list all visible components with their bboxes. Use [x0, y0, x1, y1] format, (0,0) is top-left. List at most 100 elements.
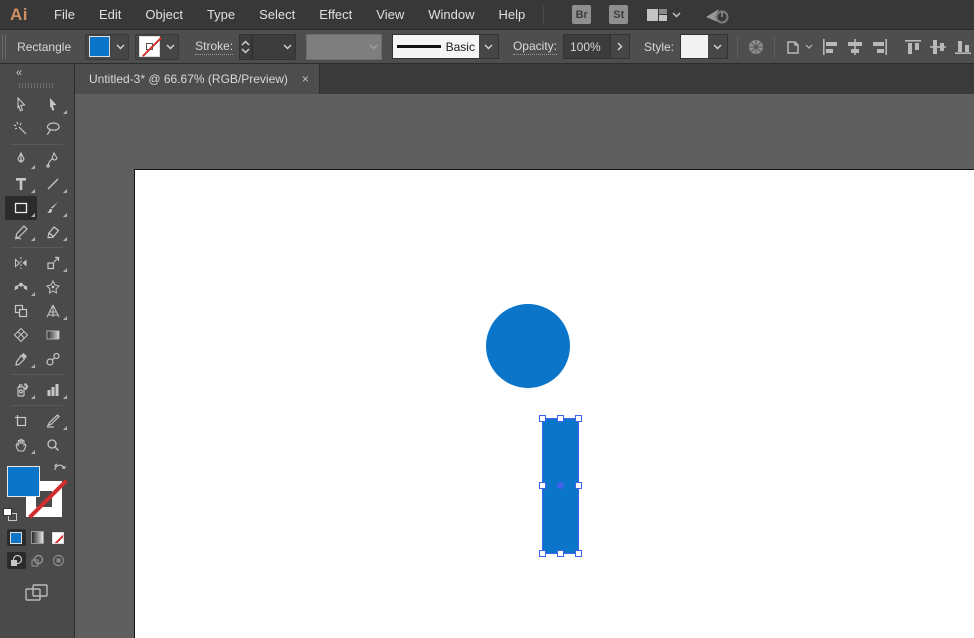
collapse-panel-button[interactable]: «	[16, 67, 23, 79]
draw-behind-button[interactable]	[28, 552, 47, 569]
rectangle-tool[interactable]	[5, 196, 37, 220]
stroke-panel-link[interactable]: Stroke:	[195, 39, 234, 55]
brush-definition-dropdown	[306, 33, 382, 60]
reflect-tool[interactable]	[5, 251, 37, 275]
menu-view[interactable]: View	[364, 0, 416, 29]
artboard[interactable]	[134, 169, 974, 638]
selection-handle[interactable]	[556, 550, 564, 557]
stock-icon[interactable]: St	[609, 5, 629, 24]
stroke-color-dropdown[interactable]	[135, 33, 180, 60]
fill-swatch	[89, 36, 111, 57]
align-right-icon[interactable]	[869, 36, 891, 58]
selection-handle[interactable]	[539, 550, 546, 557]
stroke-style-value: Basic	[445, 39, 475, 54]
color-button[interactable]	[6, 529, 26, 546]
magic-wand-tool[interactable]	[5, 117, 37, 141]
direct-selection-tool[interactable]	[37, 93, 69, 117]
puppet-warp-tool[interactable]	[37, 275, 69, 299]
change-screen-mode-icon[interactable]	[0, 583, 74, 603]
opacity-panel-link[interactable]: Opacity:	[512, 39, 557, 55]
stroke-style-preview	[396, 45, 441, 48]
curvature-tool[interactable]	[37, 148, 69, 172]
share-icon[interactable]	[703, 5, 731, 25]
perspective-grid-tool[interactable]	[37, 299, 69, 323]
document-tab-bar: Untitled-3* @ 66.67% (RGB/Preview) ×	[75, 64, 974, 94]
chevron-down-icon	[163, 43, 178, 50]
eraser-tool[interactable]	[37, 220, 69, 244]
document-title: Untitled-3* @ 66.67% (RGB/Preview)	[89, 72, 288, 86]
chevron-down-icon	[672, 11, 681, 18]
menu-window[interactable]: Window	[416, 0, 486, 29]
close-tab-icon[interactable]: ×	[302, 72, 309, 86]
swap-fill-stroke-icon[interactable]	[53, 461, 67, 474]
eyedropper-tool[interactable]	[5, 347, 37, 371]
globe-icon[interactable]	[747, 38, 765, 56]
symbol-sprayer-tool[interactable]	[5, 378, 37, 402]
selection-handle[interactable]	[575, 550, 582, 557]
menu-type[interactable]: Type	[195, 0, 247, 29]
control-bar-grip[interactable]	[2, 34, 8, 59]
line-segment-tool[interactable]	[37, 172, 69, 196]
zoom-tool[interactable]	[37, 433, 69, 457]
gradient-button[interactable]	[28, 529, 47, 546]
slice-tool[interactable]	[37, 409, 69, 433]
type-tool[interactable]	[5, 172, 37, 196]
workspace-switcher[interactable]	[646, 7, 681, 23]
blend-tool[interactable]	[37, 347, 69, 371]
pen-tool[interactable]	[5, 148, 37, 172]
fill-proxy-swatch[interactable]	[7, 466, 40, 497]
selection-handle[interactable]	[539, 415, 546, 422]
document-setup-dropdown[interactable]	[784, 38, 813, 56]
selection-handle[interactable]	[556, 415, 564, 422]
lasso-tool[interactable]	[37, 117, 69, 141]
document-tab[interactable]: Untitled-3* @ 66.67% (RGB/Preview) ×	[75, 64, 320, 94]
menu-select[interactable]: Select	[247, 0, 307, 29]
align-center-h-icon[interactable]	[844, 36, 866, 58]
chevron-down-icon	[478, 35, 498, 58]
align-left-icon[interactable]	[819, 36, 841, 58]
menu-file[interactable]: File	[42, 0, 87, 29]
opacity-value[interactable]: 100%	[563, 35, 610, 58]
default-fill-stroke-icon[interactable]	[3, 508, 17, 521]
shape-builder-tool[interactable]	[5, 299, 37, 323]
gradient-tool[interactable]	[37, 323, 69, 347]
stroke-style-dropdown[interactable]: Basic	[391, 34, 499, 59]
graphic-style-dropdown[interactable]	[680, 34, 728, 59]
menu-edit[interactable]: Edit	[87, 0, 133, 29]
selection-tool[interactable]	[5, 93, 37, 117]
divider	[774, 35, 775, 58]
align-middle-v-icon[interactable]	[927, 36, 949, 58]
menu-help[interactable]: Help	[486, 0, 537, 29]
chevron-down-icon	[708, 35, 727, 58]
draw-normal-button[interactable]	[6, 552, 26, 569]
artboard-tool[interactable]	[5, 409, 37, 433]
stroke-weight-dropdown[interactable]	[252, 33, 297, 60]
selection-handle[interactable]	[575, 482, 582, 489]
none-button[interactable]	[49, 529, 68, 546]
bridge-icon[interactable]: Br	[572, 5, 592, 24]
width-tool[interactable]	[5, 275, 37, 299]
scale-tool[interactable]	[37, 251, 69, 275]
shaper-tool[interactable]	[5, 220, 37, 244]
draw-inside-button[interactable]	[49, 552, 68, 569]
align-top-icon[interactable]	[902, 36, 924, 58]
menu-separator	[543, 5, 545, 24]
opacity-field[interactable]: 100%	[562, 34, 630, 59]
panel-grip[interactable]	[0, 81, 74, 90]
column-graph-tool[interactable]	[37, 378, 69, 402]
selection-handle[interactable]	[539, 482, 546, 489]
hand-tool[interactable]	[5, 433, 37, 457]
chevron-right-icon[interactable]	[609, 35, 629, 58]
paintbrush-tool[interactable]	[37, 196, 69, 220]
selection-center-point[interactable]	[556, 482, 564, 489]
workspace-switcher-icon	[646, 7, 668, 23]
donut-shape[interactable]	[486, 304, 570, 388]
align-bottom-icon[interactable]	[952, 36, 974, 58]
stroke-weight-stepper[interactable]	[239, 33, 253, 60]
selection-handle[interactable]	[575, 415, 582, 422]
menu-effect[interactable]: Effect	[307, 0, 364, 29]
mesh-tool[interactable]	[5, 323, 37, 347]
fill-color-dropdown[interactable]	[85, 33, 130, 60]
canvas[interactable]	[75, 94, 974, 638]
menu-object[interactable]: Object	[133, 0, 195, 29]
